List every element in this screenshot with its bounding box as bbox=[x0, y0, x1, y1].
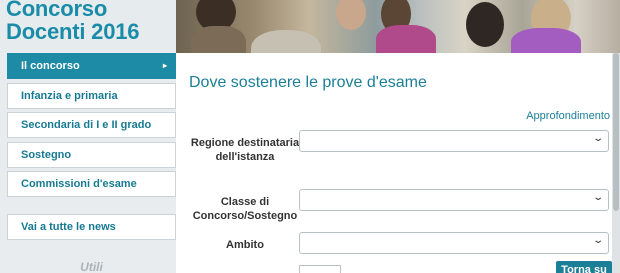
main-content: Dove sostenere le prove d'esame Approfon… bbox=[176, 53, 620, 273]
ambito-select[interactable]: ⌄ bbox=[299, 232, 609, 254]
back-to-top-button[interactable]: Torna su bbox=[556, 261, 612, 273]
regione-label: Regione destinataria dell'istanza bbox=[190, 137, 300, 163]
approfondimento-link[interactable]: Approfondimento bbox=[526, 110, 610, 122]
sidebar-item-label: Secondaria di I e II grado bbox=[21, 119, 152, 131]
sidebar-item-label: Commissioni d'esame bbox=[21, 178, 137, 190]
classe-concorso-label: Classe di Concorso/Sostegno bbox=[192, 196, 298, 222]
brand-line2: Docenti 2016 bbox=[6, 19, 140, 44]
site-logo[interactable]: Concorso Docenti 2016 bbox=[0, 0, 176, 53]
chevron-down-icon: ⌄ bbox=[591, 192, 604, 203]
chevron-down-icon: ⌄ bbox=[591, 235, 604, 246]
news-link-label: Vai a tutte le news bbox=[21, 221, 116, 233]
sidebar-item-label: Infanzia e primaria bbox=[21, 90, 118, 102]
chevron-down-icon: ⌄ bbox=[591, 133, 604, 144]
utili-heading: Utili bbox=[80, 260, 103, 273]
header: Concorso Docenti 2016 bbox=[0, 0, 620, 53]
sidebar-item-secondaria[interactable]: Secondaria di I e II grado bbox=[7, 112, 176, 138]
scrollbar[interactable] bbox=[612, 53, 620, 273]
arrow-right-icon: ▸ bbox=[162, 61, 167, 70]
regione-select[interactable]: ⌄ bbox=[299, 130, 609, 152]
sidebar-item-label: Il concorso bbox=[21, 60, 80, 72]
small-field[interactable] bbox=[299, 265, 341, 273]
news-link[interactable]: Vai a tutte le news bbox=[7, 214, 176, 240]
sidebar-item-commissioni[interactable]: Commissioni d'esame bbox=[7, 171, 176, 197]
page-title: Dove sostenere le prove d'esame bbox=[189, 74, 427, 91]
sidebar-item-il-concorso[interactable]: Il concorso ▸ bbox=[7, 53, 176, 79]
header-banner-image bbox=[176, 0, 620, 53]
sidebar-item-sostegno[interactable]: Sostegno bbox=[7, 142, 176, 168]
sidebar: Il concorso ▸ Infanzia e primaria Second… bbox=[0, 53, 176, 273]
classe-concorso-select[interactable]: ⌄ bbox=[299, 189, 609, 211]
ambito-label: Ambito bbox=[226, 239, 264, 251]
sidebar-item-label: Sostegno bbox=[21, 149, 72, 161]
scrollbar-thumb[interactable] bbox=[613, 53, 619, 211]
sidebar-item-infanzia-primaria[interactable]: Infanzia e primaria bbox=[7, 83, 176, 109]
